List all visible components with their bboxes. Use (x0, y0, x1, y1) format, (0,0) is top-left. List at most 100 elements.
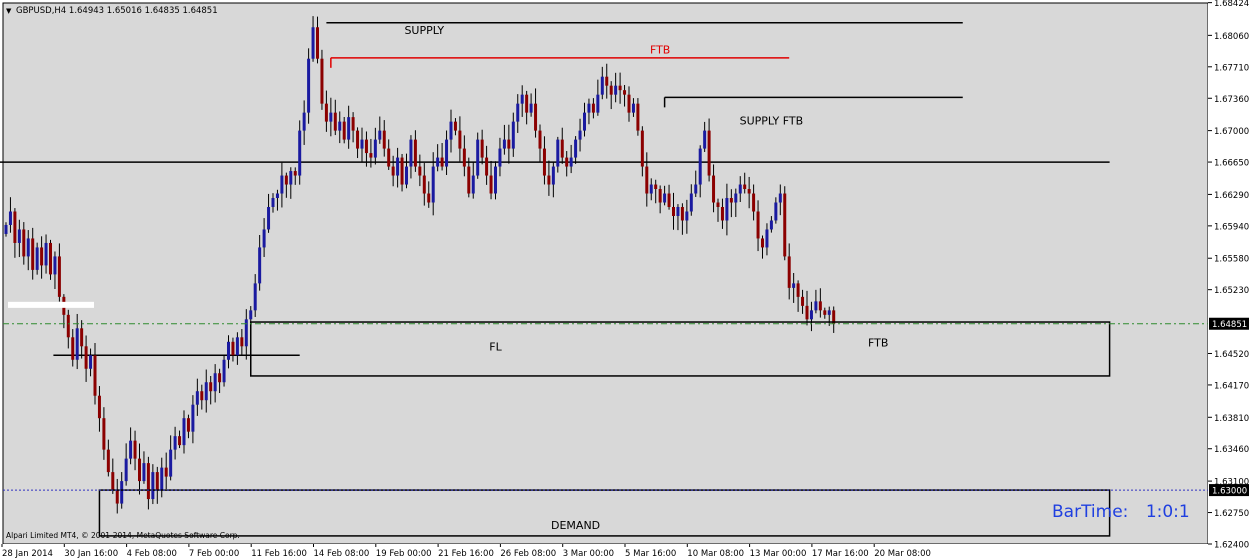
candle-body (667, 193, 671, 207)
candle-body (422, 175, 426, 194)
candle-body (458, 130, 462, 149)
candle-body (743, 184, 747, 190)
candle-body (560, 139, 564, 158)
candle-body (756, 211, 760, 239)
candle-body (823, 310, 827, 315)
candle-body (600, 76, 604, 95)
candle-body (614, 85, 618, 95)
candle-body (725, 198, 729, 221)
candle-body (151, 472, 155, 500)
copyright-text: Alpari Limited MT4, © 2001-2014, MetaQuo… (6, 531, 240, 540)
candle-body (738, 184, 742, 194)
candle-body (765, 229, 769, 248)
candle-body (583, 112, 586, 131)
candle-body (801, 296, 805, 306)
candle-body (520, 94, 524, 104)
candle-body (636, 103, 640, 131)
candle-body (289, 171, 293, 185)
x-tick-label: 10 Mar 08:00 (687, 549, 744, 559)
candle-body (623, 90, 627, 95)
menu-arrow-icon: ▼ (6, 7, 12, 15)
candle-body (146, 463, 150, 500)
candle-body (689, 193, 693, 212)
y-tick-label: 1.65580 (1214, 255, 1249, 265)
candle-body (369, 153, 373, 158)
candle-body (778, 193, 782, 203)
candle-body (271, 198, 275, 207)
candle-body (712, 175, 716, 203)
candle-body (498, 148, 502, 167)
candle-body (186, 418, 190, 432)
y-tick-label: 1.62750 (1214, 509, 1249, 519)
candle-body (142, 463, 146, 482)
candle-body (182, 418, 186, 446)
candle-body (774, 202, 778, 221)
candle-body (231, 341, 235, 356)
candle-body (703, 130, 707, 149)
x-tick-label: 5 Mar 16:00 (625, 549, 676, 559)
candle-body (449, 121, 453, 140)
candle-body (164, 467, 168, 477)
candle-body (71, 337, 75, 360)
candle-body (258, 247, 262, 284)
candle-body (169, 449, 173, 477)
candle-body (734, 193, 738, 203)
candle-body (111, 472, 115, 491)
candle-body (191, 404, 195, 432)
candle-body (574, 139, 578, 158)
y-tick-label: 1.64170 (1214, 381, 1249, 391)
candle-body (783, 193, 787, 257)
candle-body (654, 184, 658, 190)
candle-body (204, 382, 208, 401)
candle-body (267, 206, 271, 230)
candle-body (160, 467, 164, 491)
candle-body (155, 472, 159, 491)
candle-body (769, 220, 773, 230)
candle-body (569, 157, 573, 167)
bartime-label: BarTime: (1052, 502, 1129, 522)
candle-body (40, 247, 44, 266)
candle-body (120, 481, 124, 504)
candle-body (418, 166, 422, 176)
x-tick-label: 11 Feb 16:00 (251, 549, 307, 559)
candle-body (302, 112, 306, 131)
candle-body (694, 184, 698, 194)
candle-body (467, 166, 471, 194)
candle-body (53, 256, 57, 275)
candle-body (138, 458, 141, 482)
candle-body (360, 139, 364, 149)
candle-body (471, 175, 475, 194)
candle-body (106, 449, 110, 473)
price-chart[interactable]: SUPPLY FTB SUPPLY FTB FL FTB DEMAND 1.68424 1.6… (0, 0, 1249, 559)
y-tick-label: 1.67710 (1214, 63, 1249, 73)
candle-body (4, 224, 8, 234)
candle-body (587, 103, 591, 113)
x-tick-label: 7 Feb 00:00 (189, 549, 239, 559)
x-tick-label: 13 Mar 00:00 (750, 549, 807, 559)
candle-body (405, 166, 408, 185)
y-tick-label: 1.66650 (1214, 159, 1249, 169)
candle-body (578, 130, 582, 140)
candle-body (542, 148, 546, 176)
candle-body (249, 310, 253, 320)
candle-body (645, 166, 649, 194)
candle-body (591, 103, 595, 113)
candle-body (22, 229, 26, 257)
price-tag-label: 1.63000 (1212, 487, 1247, 497)
candle-body (676, 206, 680, 216)
candle-body (640, 130, 644, 167)
candle-body (75, 328, 79, 360)
candle-body (80, 328, 84, 347)
candle-body (489, 175, 493, 194)
candle-body (605, 76, 609, 86)
candle-body (89, 355, 93, 369)
candle-body (200, 391, 204, 401)
x-tick-label: 30 Jan 16:00 (64, 549, 118, 559)
x-tick-label: 28 Jan 2014 (2, 549, 53, 559)
candle-body (84, 346, 88, 369)
candle-body (329, 112, 333, 122)
candle-body (93, 355, 97, 396)
candle-body (240, 337, 244, 347)
candle-body (672, 206, 675, 216)
price-tag-label: 1.64851 (1212, 320, 1247, 330)
